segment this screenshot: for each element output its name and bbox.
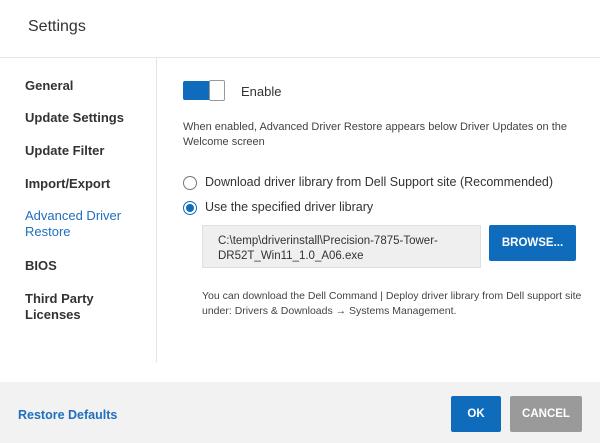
cancel-button[interactable]: CANCEL — [510, 396, 582, 432]
sidebar-item-update-settings[interactable]: Update Settings — [25, 110, 124, 126]
restore-defaults-link[interactable]: Restore Defaults — [18, 408, 117, 422]
sidebar-item-advanced-driver-restore[interactable]: Advanced Driver Restore — [25, 208, 135, 240]
download-option-label: Download driver library from Dell Suppor… — [205, 175, 554, 189]
enable-toggle[interactable] — [183, 80, 225, 101]
specified-library-label: Use the specified driver library — [205, 200, 374, 214]
driver-library-path-value: C:\temp\driverinstall\Precision-7875-Tow… — [218, 235, 438, 262]
enable-label: Enable — [241, 84, 282, 99]
radio-checked-icon[interactable] — [183, 201, 197, 215]
browse-button[interactable]: BROWSE... — [489, 225, 576, 261]
sidebar-item-general[interactable]: General — [25, 78, 73, 94]
sidebar-item-import-export[interactable]: Import/Export — [25, 176, 110, 192]
dialog-footer: Restore Defaults OK CANCEL — [0, 382, 600, 443]
ok-button[interactable]: OK — [451, 396, 501, 432]
toggle-knob — [209, 80, 225, 101]
advanced-driver-restore-panel: Enable When enabled, Advanced Driver Res… — [157, 58, 600, 362]
sidebar-item-bios[interactable]: BIOS — [25, 258, 57, 274]
dialog-title: Settings — [28, 18, 86, 35]
sidebar-item-update-filter[interactable]: Update Filter — [25, 143, 104, 159]
download-note: You can download the Dell Command | Depl… — [202, 290, 582, 317]
settings-dialog: Settings General Update Settings Update … — [0, 0, 600, 443]
settings-sidebar: General Update Settings Update Filter Im… — [0, 58, 157, 362]
driver-library-path-field[interactable]: C:\temp\driverinstall\Precision-7875-Tow… — [202, 225, 481, 268]
radio-unchecked-icon[interactable] — [183, 176, 197, 190]
sidebar-item-third-party-licenses[interactable]: Third Party Licenses — [25, 291, 115, 323]
title-bar: Settings — [0, 0, 600, 58]
feature-description: When enabled, Advanced Driver Restore ap… — [183, 121, 567, 148]
